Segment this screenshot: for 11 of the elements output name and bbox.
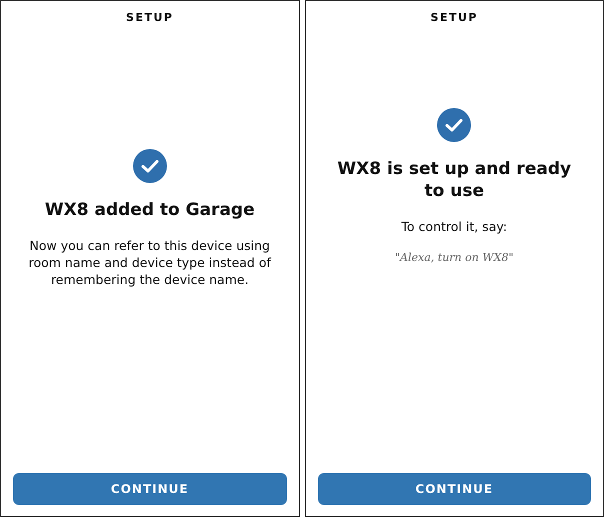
screen-header: SETUP — [126, 11, 174, 24]
description-text: To control it, say: — [400, 218, 508, 235]
checkmark-icon — [132, 149, 167, 183]
checkmark-icon — [437, 108, 472, 142]
continue-button[interactable]: CONTINUE — [318, 473, 591, 505]
description-text: Now you can refer to this device using room name and device type instead of remembering the device name. — [28, 237, 272, 288]
screen-header: SETUP — [430, 11, 478, 24]
continue-button[interactable]: CONTINUE — [13, 473, 286, 505]
screen-title: WX8 added to Garage — [44, 199, 256, 221]
voice-command-example: "Alexa, turn on WX8" — [394, 251, 514, 264]
screen-title: WX8 is set up and ready to use — [336, 158, 572, 202]
